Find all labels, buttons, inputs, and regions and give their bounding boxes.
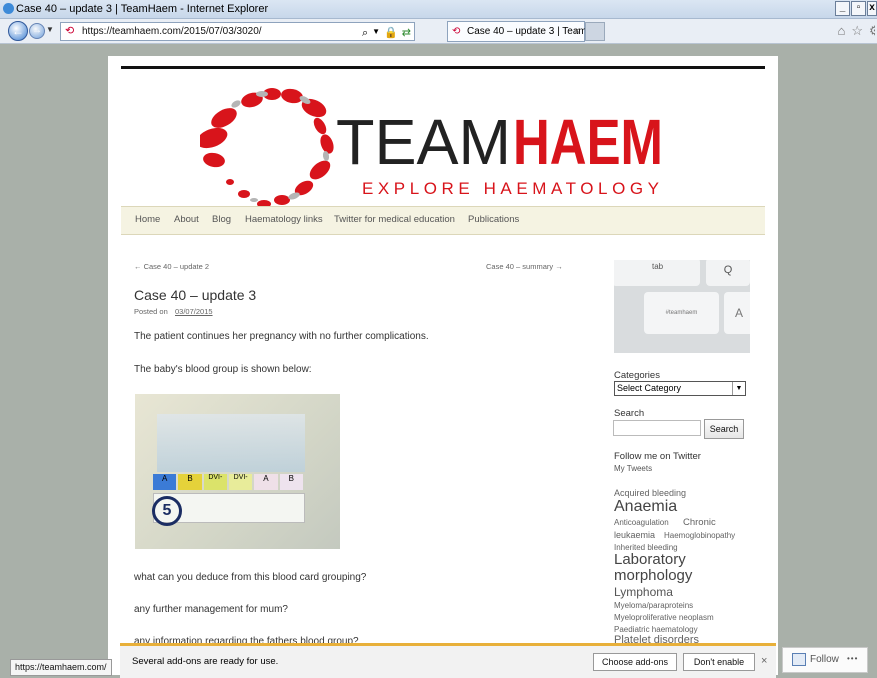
close-window-button[interactable]: x <box>867 1 877 16</box>
search-input[interactable] <box>613 420 701 436</box>
dont-enable-button[interactable]: Don't enable <box>683 653 755 671</box>
back-arrow-icon[interactable]: ← <box>8 21 28 41</box>
search-label: Search <box>614 408 645 419</box>
blood-group-card-photo: A B DVI- DVI- A B 5 <box>135 394 340 549</box>
categories-select-value: Select Category <box>617 383 682 393</box>
tag-link[interactable]: morphology <box>614 567 692 584</box>
menu-item-about[interactable]: About <box>174 214 199 225</box>
header-rule <box>121 66 765 69</box>
logo-tagline: EXPLORE HAEMATOLOGY <box>362 179 659 198</box>
tag-link[interactable]: Laboratory <box>614 551 686 568</box>
tab-close-icon[interactable]: × <box>574 22 580 41</box>
tag-link[interactable]: Myeloma/paraproteins <box>614 601 693 610</box>
addons-notification-bar: Several add-ons are ready for use. Choos… <box>120 643 776 678</box>
settings-gear-icon[interactable]: ⚙ <box>869 23 875 39</box>
menu-item-publications[interactable]: Publications <box>468 214 519 225</box>
window-title: Case 40 – update 3 | TeamHaem - Internet… <box>16 3 269 15</box>
tag-link[interactable]: Anticoagulation <box>614 518 669 527</box>
my-tweets-link[interactable]: My Tweets <box>614 464 652 473</box>
categories-select[interactable]: Select Category ▼ <box>614 381 746 396</box>
web-page: TEAM HAEM EXPLORE HAEMATOLOGY Home About… <box>108 56 778 675</box>
tag-link[interactable]: Paediatric haematology <box>614 625 698 634</box>
favorites-star-icon[interactable]: ☆ <box>851 23 863 39</box>
tab-favicon-icon: ⟲ <box>452 26 461 37</box>
next-post-link[interactable]: Case 40 – summary → <box>486 262 563 271</box>
browser-nav-bar: ← → ▼ ⟲ https://teamhaem.com/2015/07/03/… <box>0 19 877 44</box>
maximize-button[interactable]: ▫ <box>851 1 866 16</box>
home-icon[interactable]: ⌂ <box>837 23 845 39</box>
address-bar[interactable]: ⟲ https://teamhaem.com/2015/07/03/3020/ … <box>60 22 415 41</box>
forward-arrow-icon[interactable]: → <box>29 23 45 39</box>
categories-label: Categories <box>614 370 660 381</box>
tag-link[interactable]: leukaemia <box>614 530 655 540</box>
lock-icon[interactable]: 🔒 <box>384 25 398 42</box>
post-question: what can you deduce from this blood card… <box>134 572 367 583</box>
browser-tab[interactable]: ⟲ Case 40 – update 3 | Team... × <box>447 21 595 42</box>
search-button[interactable]: Search <box>704 419 744 439</box>
post-paragraph: The patient continues her pregnancy with… <box>134 331 429 342</box>
window-title-bar: Case 40 – update 3 | TeamHaem - Internet… <box>0 0 877 19</box>
follow-icon <box>792 653 806 666</box>
page-favicon-icon: ⟲ <box>65 25 75 37</box>
history-dropdown-icon[interactable]: ▼ <box>46 25 54 34</box>
tag-link[interactable]: Haemoglobinopathy <box>664 531 735 540</box>
post-date-link[interactable]: 03/07/2015 <box>175 307 213 316</box>
main-menu: Home About Blog Haematology links Twitte… <box>121 206 765 235</box>
post-paragraph: The baby's blood group is shown below: <box>134 364 312 375</box>
search-icon[interactable]: ⌕ <box>362 25 368 42</box>
follow-label[interactable]: Follow <box>810 654 839 665</box>
follow-widget[interactable]: Follow ••• <box>782 647 868 673</box>
choose-addons-button[interactable]: Choose add-ons <box>593 653 677 671</box>
logo-haem-text: HAEM <box>513 106 663 178</box>
tag-link[interactable]: Anaemia <box>614 498 677 516</box>
status-url: https://teamhaem.com/ <box>10 659 112 676</box>
card-well-labels: A B DVI- DVI- A B <box>153 474 303 490</box>
menu-item-home[interactable]: Home <box>135 214 160 225</box>
keyboard-photo: tab Q #teamhaem A <box>614 260 750 353</box>
address-url[interactable]: https://teamhaem.com/2015/07/03/3020/ <box>82 23 262 40</box>
follow-twitter-label: Follow me on Twitter <box>614 451 701 462</box>
more-options-icon[interactable]: ••• <box>847 654 858 663</box>
prev-post-link[interactable]: ← Case 40 – update 2 <box>134 262 209 271</box>
refresh-icon[interactable]: ⇄ <box>402 25 411 42</box>
menu-item-blog[interactable]: Blog <box>212 214 231 225</box>
tag-link[interactable]: Chronic <box>683 517 716 528</box>
logo-team-text: TEAM <box>336 106 511 178</box>
ie-icon <box>3 3 14 14</box>
posted-on-label: Posted on <box>134 307 168 316</box>
card-number-badge: 5 <box>152 496 182 526</box>
tag-link[interactable]: Acquired bleeding <box>614 488 686 498</box>
post-title: Case 40 – update 3 <box>134 287 257 303</box>
dropdown-icon[interactable]: ▼ <box>372 25 380 42</box>
minimize-button[interactable]: _ <box>835 1 850 16</box>
post-question: any further management for mum? <box>134 604 288 615</box>
chevron-down-icon[interactable]: ▼ <box>732 382 745 395</box>
tag-link[interactable]: Lymphoma <box>614 585 673 599</box>
new-tab-button[interactable] <box>585 22 605 41</box>
menu-item-twitter-education[interactable]: Twitter for medical education <box>334 214 455 225</box>
menu-item-haematology-links[interactable]: Haematology links <box>245 214 323 225</box>
tag-link[interactable]: Myeloproliferative neoplasm <box>614 613 714 622</box>
notification-message: Several add-ons are ready for use. <box>132 656 279 667</box>
close-notification-icon[interactable]: × <box>761 655 767 667</box>
